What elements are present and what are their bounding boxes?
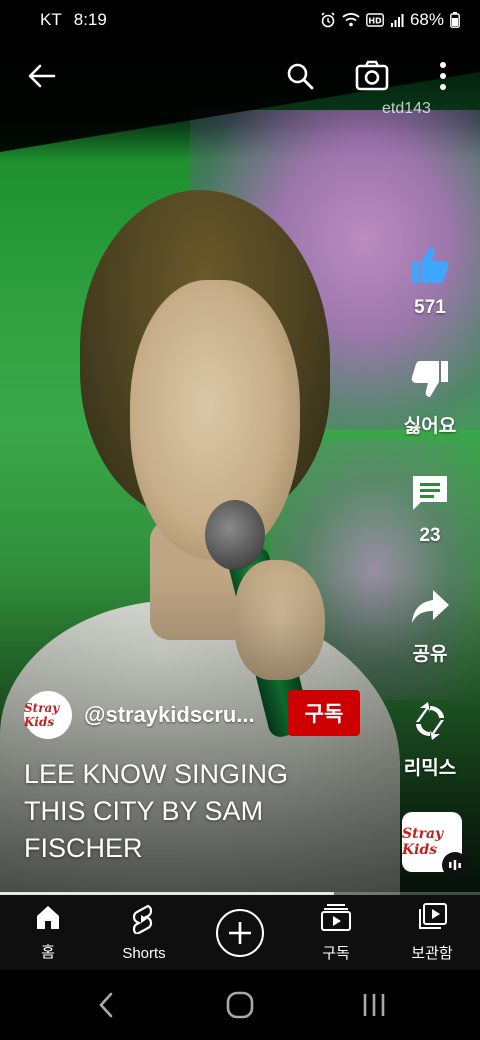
system-recents-icon[interactable] [352, 990, 396, 1020]
remix-button[interactable]: 리믹스 [380, 700, 480, 780]
search-icon[interactable] [278, 54, 322, 98]
comments-button[interactable]: 23 [380, 472, 480, 547]
more-vert-icon[interactable] [428, 54, 458, 98]
thumbs-down-icon [409, 358, 451, 405]
battery-percent: 68% [409, 10, 444, 29]
status-time: 8:19 [73, 10, 107, 29]
library-icon [417, 902, 447, 936]
comment-icon [409, 472, 451, 519]
share-button[interactable]: 공유 [380, 586, 480, 666]
microphone-head [205, 500, 265, 570]
status-bar: KT 8:19 HD 68% [0, 0, 480, 40]
remix-label: 리믹스 [403, 758, 457, 779]
nav-library[interactable]: 보관함 [384, 895, 480, 970]
nav-subscriptions[interactable]: 구독 [288, 895, 384, 970]
nav-shorts[interactable]: Shorts [96, 895, 192, 970]
svg-text:HD: HD [368, 17, 382, 26]
channel-handle[interactable]: @straykidscru... [84, 702, 284, 728]
nav-home[interactable]: 홈 [0, 895, 96, 970]
music-badge-icon [442, 852, 468, 878]
system-home-icon[interactable] [218, 990, 262, 1020]
like-button[interactable]: 571 [380, 244, 480, 319]
channel-avatar[interactable]: Stray Kids [24, 691, 72, 739]
video-title[interactable]: LEE KNOW SINGING THIS CITY BY SAM FISCHE… [24, 756, 324, 867]
channel-row: Stray Kids @straykidscru... [24, 690, 284, 740]
camera-icon[interactable] [350, 54, 394, 98]
subscribe-button[interactable]: 구독 [288, 690, 360, 736]
nav-subscriptions-label: 구독 [322, 944, 350, 962]
stray-kids-logo: Stray Kids [24, 701, 60, 729]
carrier-label: KT [40, 10, 62, 29]
home-icon [35, 904, 61, 935]
signal-icon [390, 13, 404, 27]
bottom-navigation: 홈 Shorts 구독 보관함 [0, 895, 480, 970]
nav-create[interactable] [192, 895, 288, 970]
dislike-label: 싫어요 [403, 416, 457, 437]
comment-count: 23 [419, 525, 441, 546]
nav-home-label: 홈 [41, 943, 55, 961]
dislike-button[interactable]: 싫어요 [380, 358, 480, 438]
hd-voice-icon: HD [366, 13, 384, 27]
battery-icon [450, 12, 460, 28]
thumbs-up-icon [409, 244, 451, 291]
system-back-icon[interactable] [84, 990, 128, 1020]
wifi-icon [342, 12, 360, 28]
subscriptions-icon [321, 903, 351, 936]
nav-library-label: 보관함 [411, 944, 453, 962]
alarm-icon [320, 12, 336, 28]
share-label: 공유 [412, 644, 448, 665]
back-arrow-icon[interactable] [20, 54, 64, 98]
system-navigation-bar [0, 970, 480, 1040]
share-icon [409, 586, 451, 633]
like-count: 571 [414, 297, 446, 318]
remix-icon [408, 700, 452, 747]
shorts-icon [131, 904, 157, 939]
channel-hint-text: etd143 [382, 100, 431, 117]
top-bar: etd143 [0, 40, 480, 117]
nav-shorts-label: Shorts [122, 944, 166, 962]
create-plus-icon [216, 908, 264, 957]
